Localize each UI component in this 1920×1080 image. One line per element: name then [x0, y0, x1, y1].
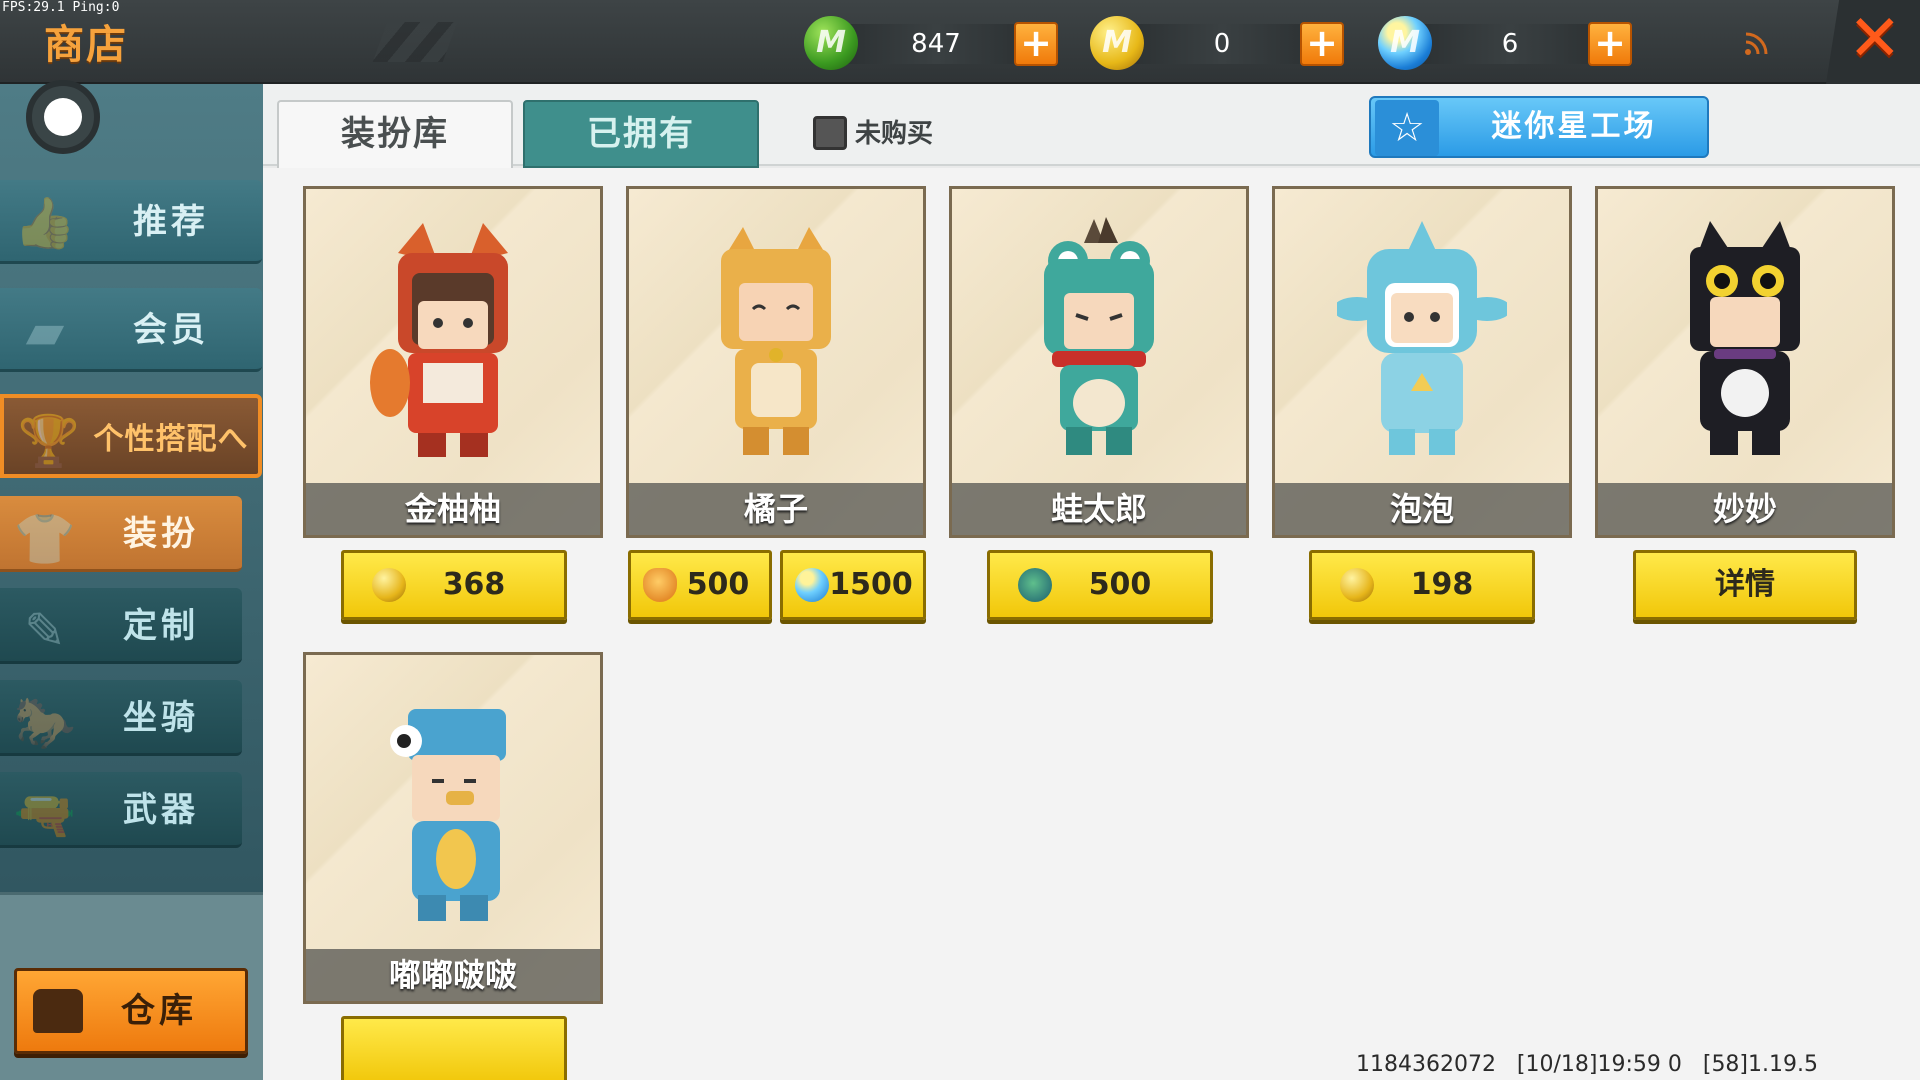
sidebar-item-outfit[interactable]: 👕 装扮: [0, 496, 242, 572]
shark-figure: [1337, 221, 1507, 455]
buy-button-juzi-mini-bean[interactable]: 1500: [780, 550, 926, 620]
currency-value: 847: [911, 29, 961, 59]
sidebar-item-recommend[interactable]: 👍 推荐: [0, 180, 262, 264]
checkbox-box: [813, 116, 847, 150]
fox-girl-figure: [370, 223, 508, 457]
add-gold-button[interactable]: +: [1300, 22, 1344, 66]
tab-outfit-library[interactable]: 装扮库: [277, 100, 513, 168]
chest-icon: [33, 989, 83, 1033]
page-title: 商店: [44, 22, 128, 68]
price-value: 198: [1410, 567, 1474, 602]
skin-grid: 金柚柚 368 橘子 500 1500 蛙太郎 500 泡泡 198 妙妙 详情…: [263, 168, 1920, 1080]
sidebar-group-personal-style[interactable]: 🏆 个性搭配へ: [0, 394, 262, 478]
buy-button-duduboboo-partial[interactable]: [341, 1016, 567, 1080]
buy-button-watailang[interactable]: 500: [987, 550, 1213, 620]
tab-row: 装扮库 已拥有 未购买 ☆ 迷你星工场: [263, 84, 1920, 168]
skin-name: 橘子: [743, 490, 808, 528]
details-button-miaomiao[interactable]: 详情: [1633, 550, 1857, 620]
decorative-stripe: [372, 22, 458, 62]
checkbox-label: 未购买: [855, 119, 934, 149]
skin-name: 泡泡: [1389, 490, 1454, 528]
mount-icon: 🐎: [13, 694, 77, 752]
sidebar-item-mount[interactable]: 🐎 坐骑: [0, 680, 242, 756]
price-value: 500: [686, 567, 750, 602]
sidebar-item-label: 武器: [123, 790, 199, 830]
price-value: 500: [1088, 567, 1152, 602]
main-panel: 装扮库 已拥有 未购买 ☆ 迷你星工场 金柚柚 368 橘子 500 1500 …: [263, 84, 1920, 1080]
details-label: 详情: [1715, 567, 1775, 602]
skin-name: 妙妙: [1712, 490, 1777, 528]
signal-icon: [1745, 32, 1768, 55]
sidebar-item-weapon[interactable]: 🔫 武器: [0, 772, 242, 848]
buy-button-juzi-cat-token[interactable]: 500: [628, 550, 772, 620]
sidebar-item-label: 个性搭配へ: [93, 422, 249, 457]
sidebar-item-label: 推荐: [133, 202, 209, 242]
black-cat-figure: [1690, 221, 1800, 455]
build-info: 1184362072 [10/18]19:59 0 [58]1.19.5: [1355, 1052, 1818, 1077]
mini-star-workshop-button[interactable]: ☆ 迷你星工场: [1369, 96, 1709, 158]
skin-card-duduboboo[interactable]: 嘟嘟啵啵: [303, 652, 603, 1004]
top-bar: FPS:29.1 Ping:0 商店 M 847 + M 0 + M 6 + ✕: [0, 0, 1920, 84]
sidebar-item-label: 会员: [133, 310, 209, 350]
trophy-icon: 🏆: [17, 412, 81, 470]
price-value: 368: [442, 567, 506, 602]
close-icon: ✕: [1848, 2, 1902, 76]
dino-figure: [390, 709, 506, 921]
buy-button-jinyouyou[interactable]: 368: [341, 550, 567, 620]
skin-name: 金柚柚: [404, 490, 501, 528]
sidebar-item-label: 定制: [123, 606, 199, 646]
gun-icon: 🔫: [13, 786, 77, 844]
thumbs-up-icon: 👍: [13, 194, 77, 252]
add-green-gem-button[interactable]: +: [1014, 22, 1058, 66]
skin-name: 嘟嘟啵啵: [388, 956, 517, 994]
close-button[interactable]: ✕: [1826, 0, 1920, 84]
currency-gold: M 0 +: [1090, 16, 1350, 72]
workshop-label: 迷你星工场: [1491, 109, 1657, 144]
sidebar: 👍 推荐 ▰ 会员 🏆 个性搭配へ 👕 装扮 ✎ 定制 🐎 坐骑 🔫 武器: [0, 80, 263, 1080]
currency-mini-bean: M 6 +: [1378, 16, 1638, 72]
skin-card-watailang[interactable]: 蛙太郎: [949, 186, 1249, 538]
star-icon: ☆: [1375, 100, 1439, 156]
buy-button-paopao[interactable]: 198: [1309, 550, 1535, 620]
tab-owned[interactable]: 已拥有: [523, 100, 759, 168]
skin-card-paopao[interactable]: 泡泡: [1272, 186, 1572, 538]
sidebar-item-label: 装扮: [123, 514, 199, 554]
add-mini-bean-button[interactable]: +: [1588, 22, 1632, 66]
sidebar-item-custom[interactable]: ✎ 定制: [0, 588, 242, 664]
skin-card-juzi[interactable]: 橘子: [626, 186, 926, 538]
member-card-icon: ▰: [25, 302, 65, 360]
skin-card-jinyouyou[interactable]: 金柚柚: [303, 186, 603, 538]
currency-value: 0: [1213, 29, 1231, 59]
tiger-cat-figure: [721, 227, 831, 455]
skin-name: 蛙太郎: [1050, 490, 1147, 528]
avatar-toggle[interactable]: [26, 80, 100, 154]
skin-card-miaomiao[interactable]: 妙妙: [1595, 186, 1895, 538]
currency-value: 6: [1501, 29, 1519, 59]
currency-green-gem: M 847 +: [804, 16, 1064, 72]
pencil-icon: ✎: [24, 602, 66, 660]
warehouse-label: 仓库: [121, 991, 197, 1031]
shirt-icon: 👕: [13, 510, 77, 568]
warehouse-button[interactable]: 仓库: [14, 968, 248, 1054]
sidebar-item-label: 坐骑: [123, 698, 199, 738]
frog-figure: [1044, 217, 1154, 455]
sidebar-item-member[interactable]: ▰ 会员: [0, 288, 262, 372]
price-value: 1500: [829, 567, 913, 602]
